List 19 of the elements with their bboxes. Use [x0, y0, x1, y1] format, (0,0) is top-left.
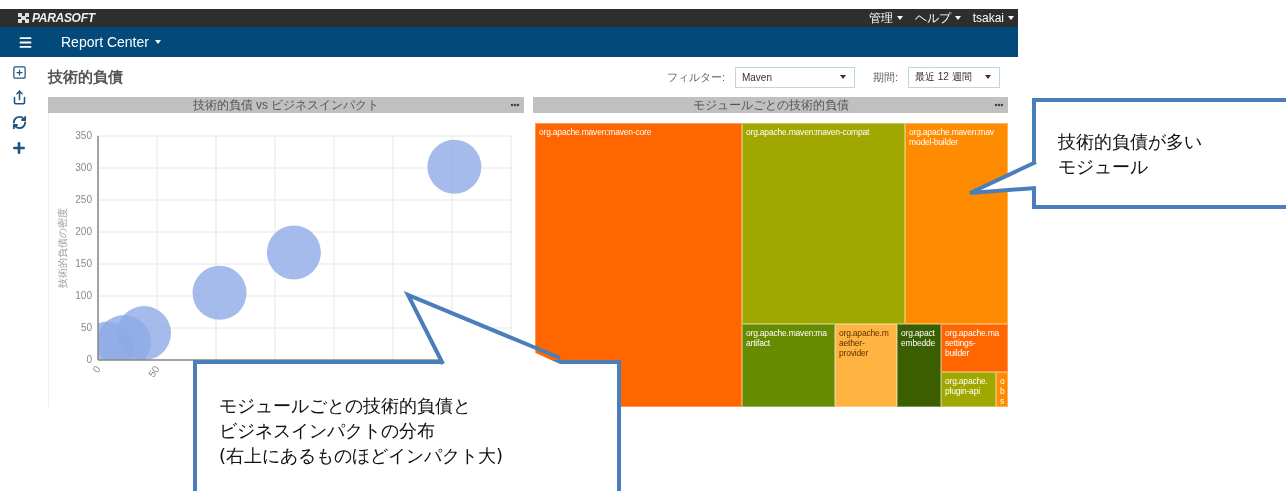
y-tick-label: 0: [86, 354, 92, 365]
page-title: 技術的負債: [48, 67, 123, 87]
x-tick-label: 0: [90, 363, 103, 375]
y-axis-title: 技術的負債の密度: [57, 208, 68, 288]
callout-text: モジュールごとの技術的負債と ビジネスインパクトの分布 (右上にあるものほどインパクト大): [219, 393, 504, 468]
logo: PARASOFT: [18, 11, 95, 25]
panel-title: モジュールごとの技術的負債: [692, 96, 849, 114]
x-tick-label: 50: [146, 363, 162, 380]
filter-label: フィルター:: [666, 69, 725, 85]
y-tick-label: 250: [75, 194, 92, 205]
callout-text: 技術的負債が多い モジュール: [1058, 129, 1202, 179]
filter-label: 期間:: [872, 69, 898, 85]
y-tick-label: 150: [75, 258, 92, 269]
panel-title: 技術的負債 vs ビジネスインパクト: [192, 96, 380, 114]
y-tick-label: 300: [75, 162, 92, 173]
y-tick-label: 50: [80, 322, 92, 333]
y-tick-label: 350: [75, 130, 92, 141]
y-tick-label: 100: [75, 290, 92, 301]
y-tick-label: 200: [75, 226, 92, 237]
